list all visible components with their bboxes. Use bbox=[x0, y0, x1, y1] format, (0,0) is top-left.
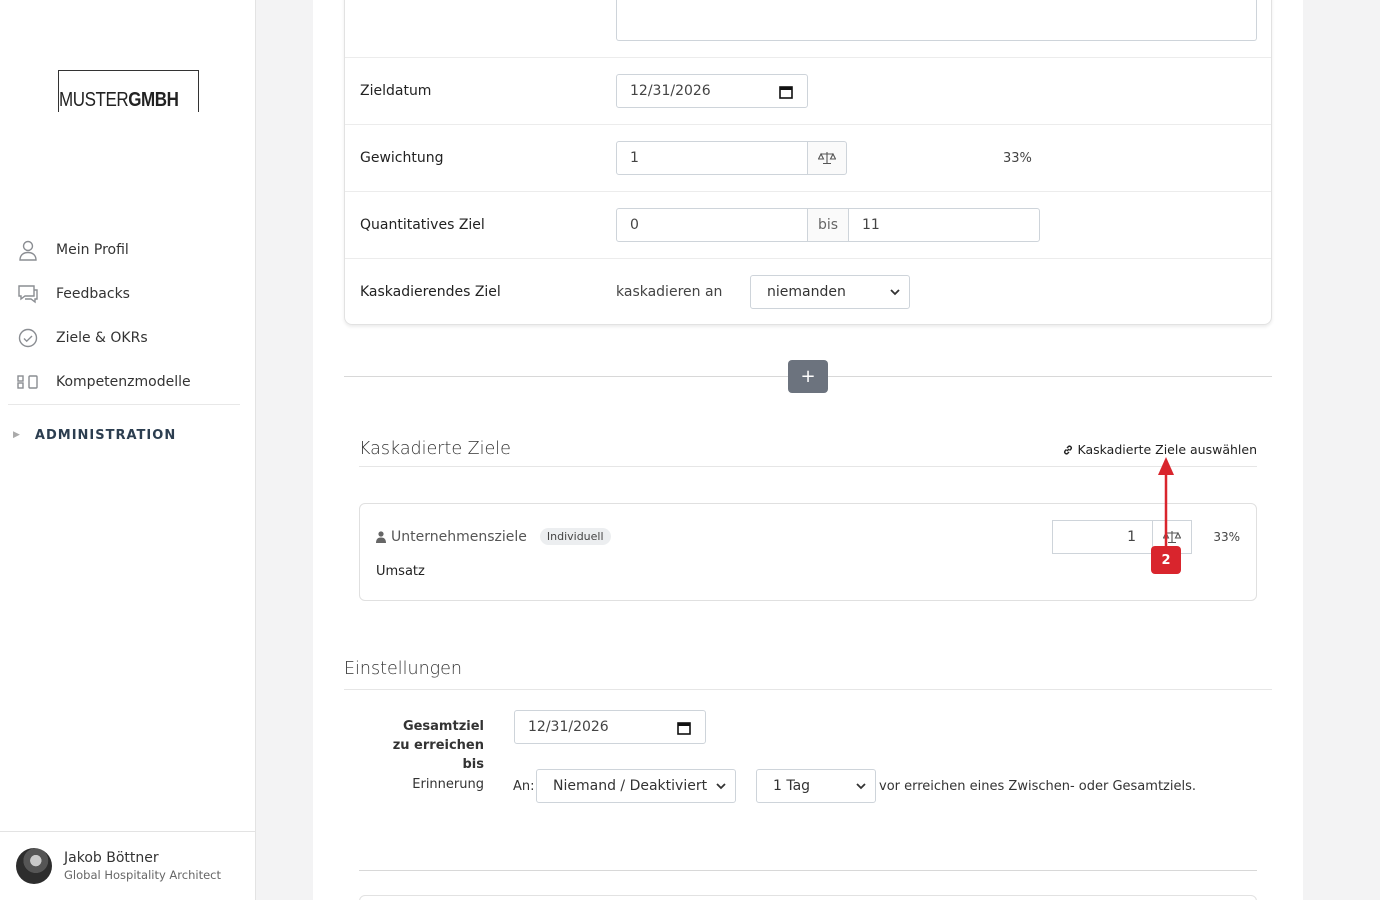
cascaded-weight-percent: 33% bbox=[1213, 530, 1240, 544]
annotation-arrow bbox=[1158, 457, 1174, 550]
link-icon bbox=[1063, 445, 1072, 454]
zieldatum-value: 12/31/2026 bbox=[630, 83, 711, 99]
quant-bis-label: bis bbox=[817, 217, 839, 233]
chevron-down-icon bbox=[890, 289, 900, 296]
sidebar-item-label: Mein Profil bbox=[56, 242, 129, 258]
settings-title: Einstellungen bbox=[344, 659, 463, 679]
gesamtziel-date-input[interactable]: 12/31/2026 bbox=[514, 710, 706, 744]
quant-label: Quantitatives Ziel bbox=[360, 217, 485, 233]
kask-select-value: niemanden bbox=[767, 284, 846, 300]
sidebar-item-mein-profil[interactable]: Mein Profil bbox=[0, 228, 248, 272]
logo-text-bold: GMBH bbox=[128, 89, 179, 111]
quant-from-value: 0 bbox=[630, 217, 639, 233]
sidebar-item-kompetenzmodelle[interactable]: Kompetenzmodelle bbox=[0, 360, 248, 404]
an-label: An: bbox=[513, 779, 535, 794]
scale-addon bbox=[807, 141, 847, 175]
individual-badge: Individuell bbox=[539, 528, 611, 545]
erinnerung-label: Erinnerung bbox=[412, 777, 484, 792]
sidebar-item-administration[interactable]: ▶ ADMINISTRATION bbox=[0, 405, 248, 465]
sidebar-item-label: Ziele & OKRs bbox=[56, 330, 148, 346]
check-circle-icon bbox=[17, 327, 39, 349]
row-quantitatives-ziel: Quantitatives Ziel 0 bis 11 bbox=[345, 191, 1271, 258]
calendar-icon[interactable] bbox=[677, 721, 691, 735]
reminder-recipient-value: Niemand / Deaktiviert bbox=[553, 778, 708, 794]
goal-form-card: Zieldatum 12/31/2026 Gewichtung 1 33% Qu… bbox=[344, 0, 1272, 325]
gewichtung-percent: 33% bbox=[1003, 150, 1032, 166]
sidebar-item-label: Kompetenzmodelle bbox=[56, 374, 191, 390]
quant-bis-addon: bis bbox=[807, 208, 849, 242]
bottom-divider bbox=[359, 870, 1257, 871]
cascaded-goal-name[interactable]: Unternehmensziele bbox=[391, 529, 527, 545]
gewichtung-input[interactable]: 1 bbox=[616, 141, 808, 175]
gesamtziel-label: Gesamtziel zu erreichen bis bbox=[392, 719, 484, 772]
row-kaskadierendes-ziel: Kaskadierendes Ziel kaskadieren an niema… bbox=[345, 258, 1271, 325]
quant-to-input[interactable]: 11 bbox=[848, 208, 1040, 242]
avatar bbox=[16, 848, 52, 884]
reminder-days-select[interactable]: 1 Tag bbox=[756, 769, 876, 803]
gesamtziel-date-value: 12/31/2026 bbox=[528, 719, 609, 735]
chevron-down-icon bbox=[856, 783, 866, 790]
main-content: Zieldatum 12/31/2026 Gewichtung 1 33% Qu… bbox=[313, 0, 1303, 900]
quant-to-value: 11 bbox=[862, 217, 880, 233]
person-icon bbox=[376, 530, 386, 543]
kask-select[interactable]: niemanden bbox=[750, 275, 910, 309]
sidebar-item-label: ADMINISTRATION bbox=[34, 427, 177, 443]
gewichtung-label: Gewichtung bbox=[360, 150, 444, 166]
bottom-card bbox=[359, 895, 1257, 900]
cascaded-goals-title: Kaskadierte Ziele bbox=[359, 439, 511, 459]
company-logo[interactable]: MUSTERGMBH bbox=[58, 70, 199, 112]
chat-icon bbox=[17, 283, 39, 305]
blocks-icon bbox=[17, 371, 39, 393]
user-icon bbox=[17, 239, 39, 261]
sidebar-nav: Mein Profil Feedbacks Ziele & OKRs Kompe… bbox=[0, 228, 248, 465]
user-profile[interactable]: Jakob Böttner Global Hospitality Archite… bbox=[0, 831, 256, 900]
reminder-days-value: 1 Tag bbox=[773, 778, 811, 794]
user-role: Global Hospitality Architect bbox=[64, 868, 221, 882]
logo-text-light: MUSTER bbox=[59, 89, 129, 111]
settings-divider bbox=[344, 689, 1272, 690]
sidebar-item-ziele-okrs[interactable]: Ziele & OKRs bbox=[0, 316, 248, 360]
sidebar: MUSTERGMBH Mein Profil Feedbacks Ziele &… bbox=[0, 0, 256, 900]
sidebar-item-label: Feedbacks bbox=[56, 286, 130, 302]
kask-label: Kaskadierendes Ziel bbox=[360, 284, 501, 300]
quant-from-input[interactable]: 0 bbox=[616, 208, 808, 242]
row-gewichtung: Gewichtung 1 33% bbox=[345, 124, 1271, 191]
user-name: Jakob Böttner bbox=[64, 850, 159, 866]
description-textarea[interactable] bbox=[616, 0, 1257, 41]
cascaded-divider bbox=[359, 466, 1257, 467]
calendar-icon[interactable] bbox=[779, 85, 793, 99]
caret-right-icon: ▶ bbox=[13, 430, 21, 440]
cascaded-goal-card: Unternehmensziele Individuell Umsatz 1 3… bbox=[359, 503, 1257, 601]
gewichtung-value: 1 bbox=[630, 150, 639, 166]
add-goal-button[interactable]: + bbox=[788, 360, 828, 393]
reminder-suffix: vor erreichen eines Zwischen- oder Gesam… bbox=[879, 779, 1196, 794]
chevron-down-icon bbox=[716, 783, 726, 790]
reminder-recipient-select[interactable]: Niemand / Deaktiviert bbox=[536, 769, 736, 803]
zieldatum-input[interactable]: 12/31/2026 bbox=[616, 74, 808, 108]
annotation-marker: 2 bbox=[1151, 546, 1181, 574]
cascaded-weight-value: 1 bbox=[1127, 529, 1136, 545]
cascaded-weight-input[interactable]: 1 bbox=[1052, 520, 1153, 554]
zieldatum-label: Zieldatum bbox=[360, 83, 432, 99]
cascaded-goal-subtitle: Umsatz bbox=[376, 564, 425, 579]
kask-an-label: kaskadieren an bbox=[616, 284, 723, 300]
sidebar-item-feedbacks[interactable]: Feedbacks bbox=[0, 272, 248, 316]
row-zieldatum: Zieldatum 12/31/2026 bbox=[345, 57, 1271, 124]
scale-icon bbox=[818, 152, 836, 165]
